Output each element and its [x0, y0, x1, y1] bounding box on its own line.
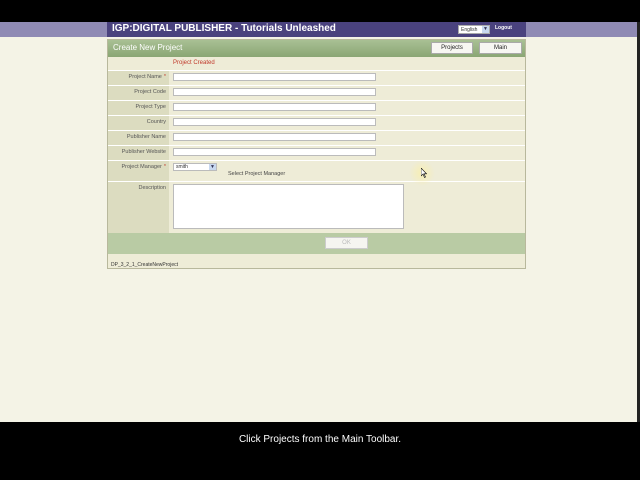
video-top-bar — [0, 0, 640, 22]
description-row: Description — [108, 181, 525, 234]
description-textarea[interactable] — [173, 184, 404, 229]
publisher-name-input[interactable] — [173, 133, 376, 141]
screen-code: DP_3_2_1_CreateNewProject — [111, 262, 178, 268]
project-manager-label: Project Manager * — [108, 161, 169, 182]
caption-bar: Click Projects from the Main Toolbar. — [0, 422, 640, 480]
chevron-down-icon: ▼ — [482, 26, 489, 33]
panel-header: Create New Project Projects Main — [108, 40, 525, 57]
app-header: IGP:DIGITAL PUBLISHER - Tutorials Unleas… — [0, 22, 640, 37]
publisher-website-row: Publisher Website — [108, 145, 525, 161]
ok-button[interactable]: OK — [325, 237, 368, 249]
project-type-row: Project Type — [108, 100, 525, 116]
country-row: Country — [108, 115, 525, 131]
panel-title: Create New Project — [113, 43, 183, 52]
form-action-bar: OK — [108, 233, 525, 254]
project-code-label: Project Code — [108, 86, 169, 101]
project-manager-row: Project Manager * smith ▼ Select Project … — [108, 160, 525, 182]
caption-text: Click Projects from the Main Toolbar. — [238, 434, 402, 445]
publisher-website-input[interactable] — [173, 148, 376, 156]
project-manager-hint: Select Project Manager — [228, 171, 286, 177]
project-name-input[interactable] — [173, 73, 376, 81]
main-button[interactable]: Main — [479, 42, 522, 54]
status-message: Project Created — [173, 60, 215, 66]
project-name-row: Project Name * — [108, 70, 525, 86]
publisher-name-row: Publisher Name — [108, 130, 525, 146]
language-value: English — [461, 27, 478, 33]
country-label: Country — [108, 116, 169, 131]
project-name-label: Project Name * — [108, 71, 169, 86]
project-code-row: Project Code — [108, 85, 525, 101]
project-manager-select[interactable]: smith ▼ — [173, 163, 217, 171]
project-type-label: Project Type — [108, 101, 169, 116]
language-select[interactable]: English ▼ — [458, 25, 490, 34]
create-project-panel: Create New Project Projects Main Project… — [107, 39, 526, 269]
description-label: Description — [108, 182, 169, 234]
logout-link[interactable]: Logout — [495, 25, 512, 31]
mouse-pointer-icon — [421, 168, 427, 178]
country-input[interactable] — [173, 118, 376, 126]
publisher-name-label: Publisher Name — [108, 131, 169, 146]
app-title: IGP:DIGITAL PUBLISHER - Tutorials Unleas… — [112, 23, 336, 34]
project-code-input[interactable] — [173, 88, 376, 96]
publisher-website-label: Publisher Website — [108, 146, 169, 161]
chevron-down-icon: ▼ — [209, 164, 216, 170]
projects-button[interactable]: Projects — [431, 42, 473, 54]
project-type-input[interactable] — [173, 103, 376, 111]
project-manager-value: smith — [176, 164, 188, 170]
